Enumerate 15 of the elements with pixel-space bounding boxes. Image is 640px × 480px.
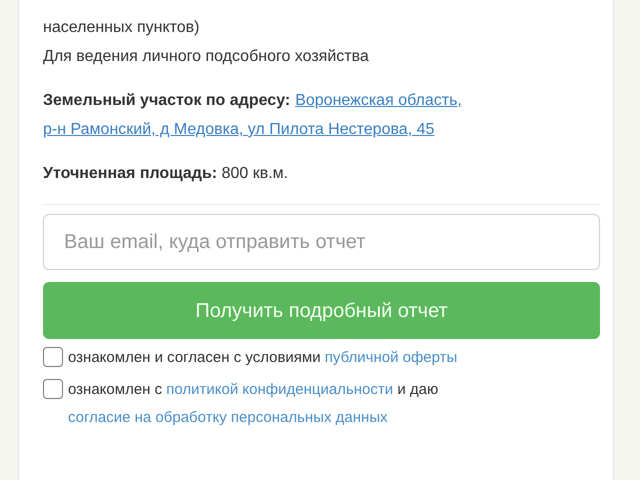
address-link[interactable]: р-н Рамонский, д Медовка, ул Пилота Нестерова, 45 [43, 115, 434, 144]
agreement-text: ознакомлен с политикой конфиденциальности и даю согласие на обработку персональных данных [68, 380, 440, 428]
checkbox[interactable] [43, 379, 63, 399]
submit-button[interactable]: Получить подробный отчет [43, 282, 600, 339]
email-field[interactable]: Ваш email, куда отправить отчет [43, 214, 600, 270]
agreement-link[interactable]: политикой конфиденциальности [166, 381, 394, 398]
agreement-link[interactable]: публичной оферты [324, 349, 458, 366]
permitted-use-text: Для ведения личного подсобного хозяйства [43, 47, 369, 67]
agreement-text: ознакомлен и согласен с условиями публичной оферты [68, 348, 458, 368]
land-category-text: населенных пунктов) [43, 18, 200, 38]
address-label: Земельный участок по адресу: [43, 91, 290, 111]
agreement-link[interactable]: согласие на обработку персональных данных [68, 409, 388, 426]
checkbox[interactable] [43, 347, 63, 367]
address-link[interactable]: Воронежская область, [295, 86, 462, 115]
area-text: Уточненная площадь: 800 кв.м. [43, 164, 288, 184]
